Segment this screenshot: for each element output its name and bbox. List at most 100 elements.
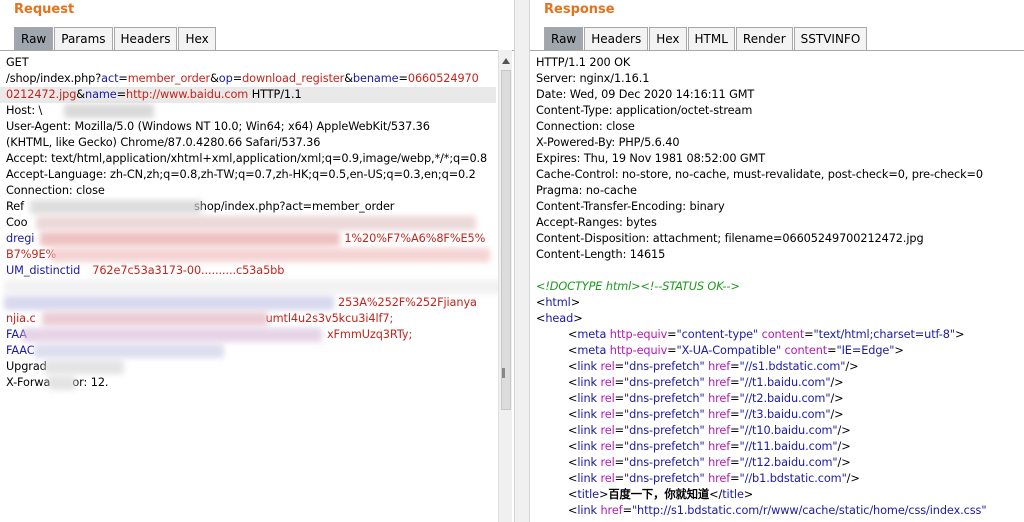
- req-line: Coo: [6, 216, 28, 229]
- req-cookie-key: dregi: [6, 232, 35, 245]
- html-comment: <!--STATUS OK-->: [640, 280, 740, 293]
- req-line: Host: \: [6, 104, 43, 117]
- attr-value: "IE=Edge": [836, 344, 895, 357]
- attr-value: "//b1.bdstatic.com": [739, 472, 847, 485]
- attr-name: rel: [600, 376, 615, 389]
- attr-value: "dns-prefetch": [624, 408, 705, 421]
- request-pane: Request Raw Params Headers Hex GET /shop…: [0, 0, 514, 522]
- response-tab-raw[interactable]: Raw: [544, 27, 584, 50]
- request-tabs: Raw Params Headers Hex: [14, 27, 217, 50]
- response-tab-headers[interactable]: Headers: [584, 27, 649, 50]
- req-param-key: name: [85, 88, 117, 101]
- response-tab-html[interactable]: HTML: [687, 27, 735, 50]
- req-line: (KHTML, like Gecko) Chrome/87.0.4280.66 …: [6, 136, 321, 149]
- req-param-val: 0212472.jpg: [6, 88, 77, 101]
- redaction-overlay: [4, 296, 334, 310]
- html-tag: meta: [577, 328, 607, 341]
- resp-body-line: <!DOCTYPE html><!--STATUS OK-->: [536, 279, 740, 295]
- resp-body-line: <link href="http://s1.bdstatic.com/r/www…: [568, 504, 987, 517]
- redaction-overlay: [34, 344, 224, 358]
- request-scrollbar[interactable]: [498, 50, 512, 522]
- req-cookie-key: UM_distinctid: [6, 264, 81, 277]
- attr-value: "dns-prefetch": [624, 424, 705, 437]
- scroll-up-arrow-icon[interactable]: [502, 58, 510, 64]
- req-line: GET: [6, 56, 29, 69]
- req-cookie-key: FAAC: [6, 344, 35, 357]
- attr-name: http-equiv: [609, 344, 668, 357]
- attr-value: "//t11.baidu.com": [739, 440, 838, 453]
- req-amp: &: [210, 72, 219, 85]
- response-tab-render[interactable]: Render: [735, 27, 793, 50]
- html-tag: meta: [577, 344, 607, 357]
- req-line: /shop/index.php?act=member_order&op=down…: [6, 71, 479, 87]
- attr-value: "http://s1.bdstatic.com/r/www/cache/stat…: [631, 504, 987, 517]
- resp-link-line: <link rel="dns-prefetch" href="//t3.baid…: [568, 408, 844, 421]
- attr-name: href: [708, 456, 731, 469]
- req-path: /shop/index.php?: [6, 72, 102, 85]
- req-cookie-val: 1%20%F7%A6%8F%E5%: [344, 232, 486, 245]
- req-eq: =: [116, 88, 127, 101]
- resp-header-line: HTTP/1.1 200 OK: [536, 56, 631, 69]
- attr-value: "dns-prefetch": [624, 456, 705, 469]
- req-cookie-val: njia.c: [6, 312, 36, 325]
- attr-name: http-equiv: [609, 328, 668, 341]
- resp-link-line: <link rel="dns-prefetch" href="//t10.bai…: [568, 424, 851, 437]
- attr-value: "dns-prefetch": [624, 360, 705, 373]
- req-line: FAAC: [6, 343, 35, 359]
- req-text: X-Forwa: [6, 376, 51, 389]
- attr-name: href: [708, 376, 731, 389]
- response-tabs: Raw Headers Hex HTML Render SSTVINFO: [544, 27, 868, 50]
- attr-name: href: [708, 408, 731, 421]
- request-tab-headers[interactable]: Headers: [113, 27, 178, 50]
- resp-link-line: <link rel="dns-prefetch" href="//b1.bdst…: [568, 472, 860, 485]
- resp-link-line: <link rel="dns-prefetch" href="//t2.baid…: [568, 392, 844, 405]
- redaction-overlay: [22, 328, 322, 342]
- req-param-val: download_register: [242, 72, 345, 85]
- resp-header-line: Accept-Ranges: bytes: [536, 216, 657, 229]
- response-editor[interactable]: HTTP/1.1 200 OK Server: nginx/1.16.1 Dat…: [530, 50, 1024, 522]
- request-tab-raw[interactable]: Raw: [14, 27, 54, 50]
- response-tab-hex[interactable]: Hex: [649, 27, 687, 50]
- redaction-overlay: [4, 280, 504, 294]
- attr-value: "dns-prefetch": [624, 472, 705, 485]
- req-line: Upgrad: [6, 360, 47, 373]
- req-line: User-Agent: Mozilla/5.0 (Windows NT 10.0…: [6, 120, 430, 133]
- request-tab-hex[interactable]: Hex: [178, 27, 216, 50]
- attr-name: href: [708, 472, 731, 485]
- redaction-overlay: [44, 360, 124, 374]
- scroll-thumb[interactable]: [501, 70, 511, 410]
- attr-name: content: [761, 328, 805, 341]
- resp-body-line: <title>百度一下，你就知道</title>: [568, 488, 754, 501]
- req-text: or: 12.: [72, 376, 109, 389]
- req-param-val: 0660524970: [407, 72, 479, 85]
- html-tag: head: [545, 312, 574, 325]
- attr-name: content: [784, 344, 828, 357]
- req-line: Connection: close: [6, 184, 105, 197]
- attr-name: rel: [600, 440, 615, 453]
- req-cookie-val: xFmmUzq3RTy;: [326, 328, 413, 341]
- resp-header-line: X-Powered-By: PHP/5.6.40: [536, 136, 680, 149]
- attr-value: "content-type": [676, 328, 759, 341]
- doctype: <!DOCTYPE html>: [536, 280, 641, 293]
- attr-value: "//t3.baidu.com": [739, 408, 831, 421]
- attr-value: "dns-prefetch": [624, 376, 705, 389]
- request-title: Request: [14, 2, 75, 17]
- attr-name: rel: [600, 392, 615, 405]
- response-tab-sstvinfo[interactable]: SSTVINFO: [793, 27, 868, 50]
- resp-link-line: <link rel="dns-prefetch" href="//s1.bdst…: [568, 360, 859, 373]
- resp-header-line: Content-Disposition: attachment; filenam…: [536, 232, 924, 245]
- resp-body-line: <meta http-equiv="X-UA-Compatible" conte…: [568, 344, 904, 357]
- resp-header-line: Content-Type: application/octet-stream: [536, 104, 753, 117]
- request-tab-params[interactable]: Params: [54, 27, 113, 50]
- req-eq: =: [398, 72, 408, 85]
- req-line: Accept-Language: zh-CN,zh;q=0.8,zh-TW;q=…: [6, 168, 476, 181]
- attr-value: "text/html;charset=utf-8": [813, 328, 956, 341]
- req-text: Ref: [6, 200, 24, 213]
- resp-link-line: <link rel="dns-prefetch" href="//t12.bai…: [568, 456, 851, 469]
- resp-link-line: <link rel="dns-prefetch" href="//t1.baid…: [568, 376, 844, 389]
- attr-name: rel: [600, 456, 615, 469]
- pane-splitter[interactable]: [514, 0, 530, 522]
- resp-header-line: Expires: Thu, 19 Nov 1981 08:52:00 GMT: [536, 152, 766, 165]
- resp-header-line: Content-Length: 14615: [536, 248, 666, 261]
- request-editor[interactable]: GET /shop/index.php?act=member_order&op=…: [0, 50, 514, 522]
